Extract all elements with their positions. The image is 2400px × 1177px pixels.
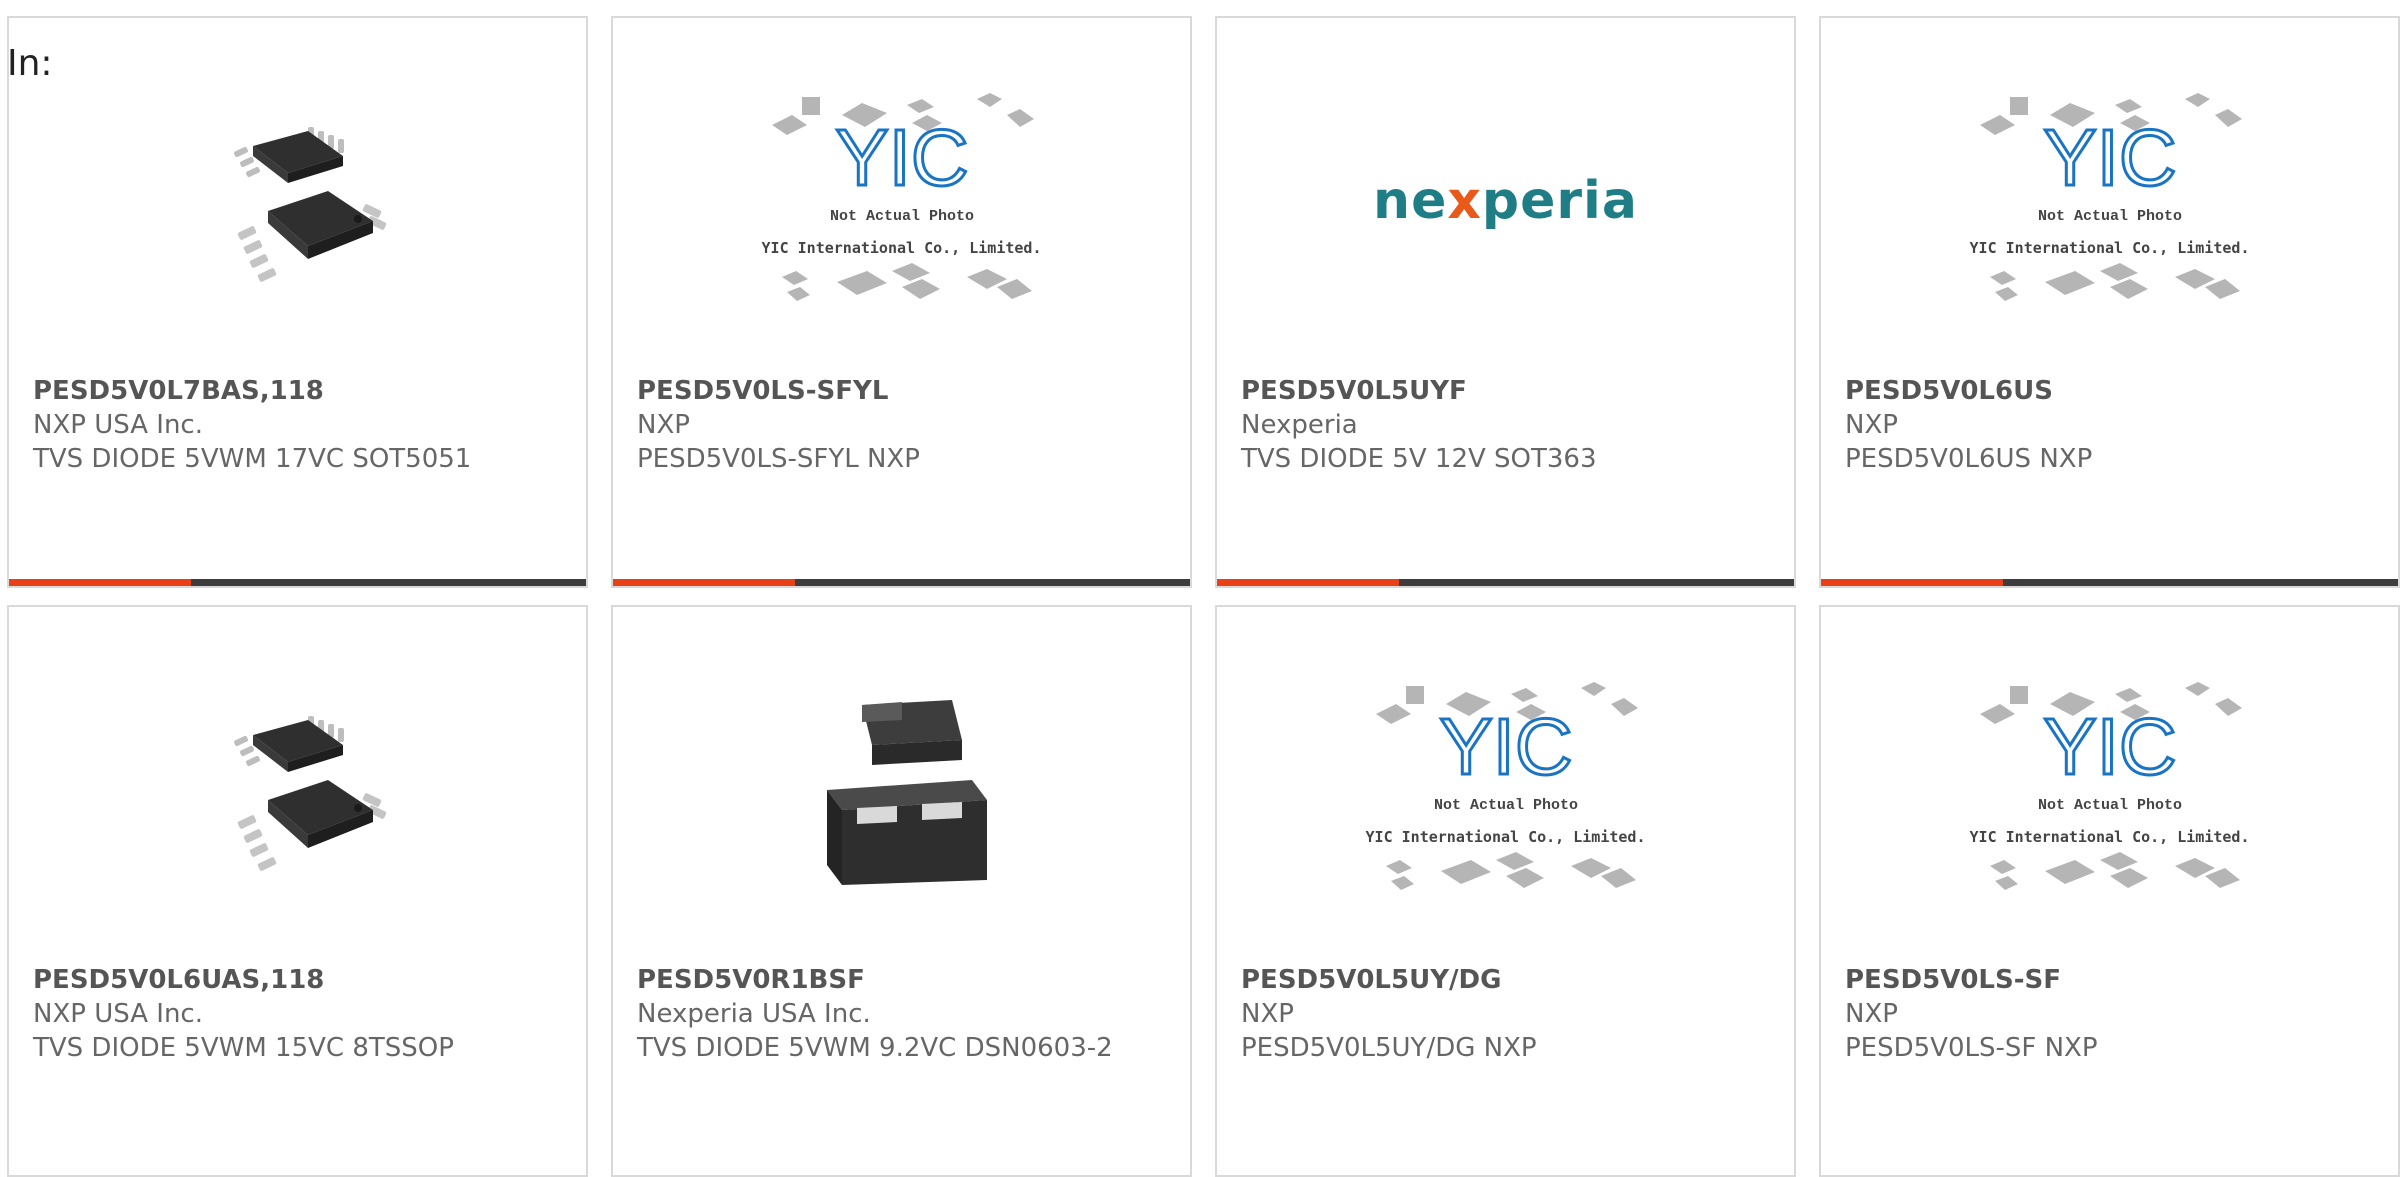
msop-package-icon xyxy=(233,126,386,282)
manufacturer: NXP xyxy=(1845,410,1898,440)
manufacturer: NXP USA Inc. xyxy=(33,999,203,1029)
msop-package-icon xyxy=(233,715,386,871)
part-number[interactable]: PESD5V0L7BAS,118 xyxy=(33,374,562,408)
description: TVS DIODE 5VWM 9.2VC DSN0603-2 xyxy=(637,1033,1113,1063)
yic-placeholder-image: YIC Not Actual Photo YIC International C… xyxy=(1366,674,1646,905)
ic-packages-icon xyxy=(1385,852,1636,890)
description: PESD5V0LS-SF NXP xyxy=(1845,1033,2098,1063)
manufacturer: NXP xyxy=(1845,999,1898,1029)
product-image[interactable] xyxy=(613,677,1190,902)
part-number[interactable]: PESD5V0LS-SF xyxy=(1845,963,2374,997)
svg-text:YIC: YIC xyxy=(835,113,968,202)
product-grid: PESD5V0L7BAS,118 NXP USA Inc. TVS DIODE … xyxy=(0,0,2400,1177)
card-bar xyxy=(1217,579,1794,586)
card-bar xyxy=(9,579,586,586)
description: PESD5V0L6US NXP xyxy=(1845,444,2093,474)
manufacturer: Nexperia xyxy=(1241,410,1358,440)
product-image[interactable] xyxy=(9,677,586,902)
yic-placeholder-image: YIC Not Actual Photo YIC International C… xyxy=(1970,85,2250,316)
ic-packages-icon: YIC Not Actual Photo xyxy=(1979,682,2242,814)
ic-packages-icon xyxy=(1989,263,2240,301)
part-number[interactable]: PESD5V0L6US xyxy=(1845,374,2374,408)
yic-placeholder-image: YIC Not Actual Photo YIC International C… xyxy=(762,85,1042,316)
card-bar-accent xyxy=(9,579,191,586)
product-image[interactable]: YIC Not Actual Photo YIC International C… xyxy=(1217,677,1794,902)
product-card[interactable]: PESD5V0L7BAS,118 NXP USA Inc. TVS DIODE … xyxy=(7,16,588,588)
svg-text:Not Actual Photo: Not Actual Photo xyxy=(829,208,973,225)
svg-text:YIC: YIC xyxy=(2043,702,2176,791)
svg-text:YIC: YIC xyxy=(1439,702,1572,791)
manufacturer: Nexperia USA Inc. xyxy=(637,999,871,1029)
description: TVS DIODE 5V 12V SOT363 xyxy=(1241,444,1597,474)
ic-packages-icon: YIC Not Actual Photo xyxy=(771,93,1034,225)
yic-caption: YIC International Co., Limited. xyxy=(1969,239,2250,257)
card-bar-accent xyxy=(613,579,795,586)
dsn-package-icon xyxy=(826,699,987,885)
yic-caption: YIC International Co., Limited. xyxy=(761,239,1042,257)
part-number[interactable]: PESD5V0LS-SFYL xyxy=(637,374,1166,408)
product-card[interactable]: YIC Not Actual Photo YIC International C… xyxy=(611,16,1192,588)
product-image[interactable]: YIC Not Actual Photo YIC International C… xyxy=(1821,88,2398,313)
product-image[interactable] xyxy=(9,88,586,313)
description: PESD5V0L5UY/DG NXP xyxy=(1241,1033,1537,1063)
card-bar xyxy=(613,579,1190,586)
manufacturer: NXP xyxy=(637,410,690,440)
part-number[interactable]: PESD5V0L5UY/DG xyxy=(1241,963,1770,997)
product-card[interactable]: nexperia PESD5V0L5UYF Nexperia TVS DIODE… xyxy=(1215,16,1796,588)
manufacturer: NXP xyxy=(1241,999,1294,1029)
part-number[interactable]: PESD5V0R1BSF xyxy=(637,963,1166,997)
yic-caption: YIC International Co., Limited. xyxy=(1969,828,2250,846)
ic-packages-icon: YIC Not Actual Photo xyxy=(1375,682,1638,814)
svg-text:YIC: YIC xyxy=(2043,113,2176,202)
description: PESD5V0LS-SFYL NXP xyxy=(637,444,920,474)
card-bar-accent xyxy=(1821,579,2003,586)
description: TVS DIODE 5VWM 15VC 8TSSOP xyxy=(33,1033,454,1063)
card-bar-accent xyxy=(1217,579,1399,586)
yic-placeholder-image: YIC Not Actual Photo YIC International C… xyxy=(1970,674,2250,905)
product-image[interactable]: YIC Not Actual Photo YIC International C… xyxy=(613,88,1190,313)
ic-packages-icon xyxy=(1989,852,2240,890)
product-card[interactable]: PESD5V0R1BSF Nexperia USA Inc. TVS DIODE… xyxy=(611,605,1192,1177)
svg-text:Not Actual Photo: Not Actual Photo xyxy=(2037,797,2181,814)
part-number[interactable]: PESD5V0L5UYF xyxy=(1241,374,1770,408)
svg-text:Not Actual Photo: Not Actual Photo xyxy=(1433,797,1577,814)
product-card[interactable]: YIC Not Actual Photo YIC International C… xyxy=(1819,605,2400,1177)
product-card[interactable]: YIC Not Actual Photo YIC International C… xyxy=(1819,16,2400,588)
part-number[interactable]: PESD5V0L6UAS,118 xyxy=(33,963,562,997)
ic-packages-icon xyxy=(781,263,1032,301)
product-image[interactable]: YIC Not Actual Photo YIC International C… xyxy=(1821,677,2398,902)
yic-caption: YIC International Co., Limited. xyxy=(1365,828,1646,846)
product-image[interactable]: nexperia xyxy=(1217,88,1794,313)
product-card[interactable]: PESD5V0L6UAS,118 NXP USA Inc. TVS DIODE … xyxy=(7,605,588,1177)
ic-packages-icon: YIC Not Actual Photo xyxy=(1979,93,2242,225)
nexperia-logo: nexperia xyxy=(1373,170,1638,231)
manufacturer: NXP USA Inc. xyxy=(33,410,203,440)
svg-text:Not Actual Photo: Not Actual Photo xyxy=(2037,208,2181,225)
in-label: In: xyxy=(7,43,53,84)
card-bar xyxy=(1821,579,2398,586)
product-card[interactable]: YIC Not Actual Photo YIC International C… xyxy=(1215,605,1796,1177)
description: TVS DIODE 5VWM 17VC SOT5051 xyxy=(33,444,472,474)
